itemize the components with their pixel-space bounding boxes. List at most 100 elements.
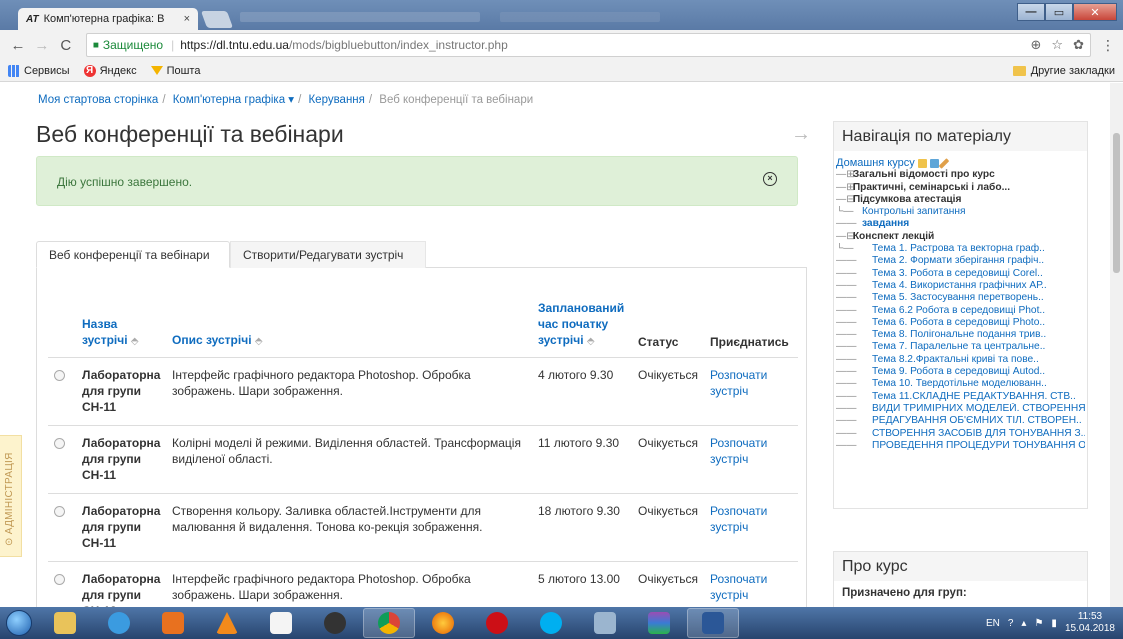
network-icon[interactable]: ▮: [1051, 618, 1057, 629]
word-taskbar-icon[interactable]: [687, 608, 739, 638]
lecture-item[interactable]: —— Тема 7. Паралельне та центральне..: [836, 341, 1085, 353]
other-bookmarks[interactable]: Другие закладки: [1012, 65, 1115, 77]
minimize-button[interactable]: —: [1017, 3, 1045, 21]
lecture-link[interactable]: РЕДАГУВАННЯ ОБ'ЄМНИХ ТІЛ. СТВОРЕН..: [872, 415, 1082, 426]
flag-icon[interactable]: ⚑: [1034, 618, 1043, 629]
bookmark-apps[interactable]: Сервисы: [8, 64, 70, 77]
lecture-link[interactable]: СТВОРЕННЯ ЗАСОБІВ ДЛЯ ТОНУВАННЯ З..: [872, 428, 1085, 439]
lecture-item[interactable]: —— Тема 3. Робота в середовищі Corel..: [836, 268, 1085, 280]
explorer-taskbar-icon[interactable]: [39, 608, 91, 638]
tree-section[interactable]: —⊟ Підсумкова атестація: [836, 194, 1085, 206]
header-desc[interactable]: Опис зустрічі ⬘: [168, 300, 534, 358]
radio-button[interactable]: [54, 506, 65, 517]
lecture-item[interactable]: —— Тема 2. Формати зберігання графіч..: [836, 255, 1085, 267]
window-close-button[interactable]: ✕: [1073, 3, 1117, 21]
lecture-item[interactable]: —— Тема 10. Твердотільне моделюванн..: [836, 378, 1085, 390]
clock[interactable]: 11:53 15.04.2018: [1065, 611, 1115, 635]
lecture-link[interactable]: Тема 6. Робота в середовищі Photo..: [872, 317, 1045, 328]
course-home-link[interactable]: Домашня курсу: [836, 157, 915, 169]
page-scrollbar[interactable]: [1110, 83, 1123, 607]
tree-section[interactable]: —⊞ Загальні відомості про курс: [836, 169, 1085, 181]
lecture-item[interactable]: —— Тема 9. Робота в середовищі Autod..: [836, 366, 1085, 378]
scrollbar-thumb[interactable]: [1113, 133, 1120, 273]
browser-tab[interactable]: AT Комп'ютерна графіка: В ×: [18, 8, 198, 30]
extension-icon[interactable]: ✿: [1073, 37, 1084, 53]
lecture-link[interactable]: Тема 1. Растрова та векторна граф..: [872, 243, 1045, 254]
browser-menu-icon[interactable]: ⋮: [1101, 37, 1115, 54]
forward-icon[interactable]: →: [32, 37, 52, 54]
tab-conferences[interactable]: Веб конференції та вебінари: [36, 241, 230, 268]
firefox-taskbar-icon[interactable]: [417, 608, 469, 638]
ie-taskbar-icon[interactable]: [93, 608, 145, 638]
maximize-button[interactable]: ▭: [1045, 3, 1073, 21]
tree-item[interactable]: └— Контрольні запитання: [836, 206, 1085, 218]
bookmark-mail[interactable]: Пошта: [150, 65, 200, 77]
calculator-taskbar-icon[interactable]: [579, 608, 631, 638]
camera-taskbar-icon[interactable]: [309, 608, 361, 638]
new-tab-button[interactable]: [200, 11, 234, 28]
tray-expand-icon[interactable]: ▴: [1021, 618, 1026, 629]
lecture-item[interactable]: —— Тема 8.2.Фрактальні криві та пове..: [836, 354, 1085, 366]
lecture-link[interactable]: Тема 7. Паралельне та центральне..: [872, 341, 1045, 352]
reload-icon[interactable]: C: [56, 37, 76, 54]
lecture-item[interactable]: └— Тема 1. Растрова та векторна граф..: [836, 243, 1085, 255]
lecture-link[interactable]: Тема 10. Твердотільне моделюванн..: [872, 378, 1047, 389]
lecture-item[interactable]: —— Тема 6.2 Робота в середовищі Phot..: [836, 305, 1085, 317]
back-icon[interactable]: ←: [8, 37, 28, 54]
help-icon[interactable]: ?: [1008, 618, 1014, 629]
header-name[interactable]: Назва зустрічі ⬘: [78, 300, 168, 358]
start-meeting-link[interactable]: Розпочати зустріч: [706, 493, 798, 562]
lecture-item[interactable]: —— Тема 11.СКЛАДНЕ РЕДАКТУВАННЯ. СТВ..: [836, 391, 1085, 403]
tab-close-icon[interactable]: ×: [184, 13, 190, 25]
notepad-taskbar-icon[interactable]: [255, 608, 307, 638]
url-input[interactable]: ■ Защищено | https://dl.tntu.edu.ua/mods…: [85, 33, 1091, 57]
lecture-link[interactable]: Тема 8.2.Фрактальні криві та пове..: [872, 354, 1039, 365]
tree-section[interactable]: —⊟ Конспект лекцій: [836, 231, 1085, 243]
lecture-item[interactable]: —— Тема 4. Використання графічних АР..: [836, 280, 1085, 292]
media-taskbar-icon[interactable]: [147, 608, 199, 638]
breadcrumb-manage[interactable]: Керування: [308, 94, 364, 106]
lecture-item[interactable]: —— Тема 5. Застосування перетворень..: [836, 292, 1085, 304]
tree-item-link[interactable]: Контрольні запитання: [862, 206, 966, 217]
chrome-taskbar-icon[interactable]: [363, 608, 415, 638]
opera-taskbar-icon[interactable]: [471, 608, 523, 638]
lecture-item[interactable]: —— Тема 6. Робота в середовищі Photo..: [836, 317, 1085, 329]
lecture-item[interactable]: —— Тема 8. Полігональне подання трив..: [836, 329, 1085, 341]
lecture-item[interactable]: —— СТВОРЕННЯ ЗАСОБІВ ДЛЯ ТОНУВАННЯ З..: [836, 428, 1085, 440]
lecture-link[interactable]: Тема 8. Полігональне подання трив..: [872, 329, 1046, 340]
start-meeting-link[interactable]: Розпочати зустріч: [706, 357, 798, 426]
tree-item-link[interactable]: завдання: [862, 218, 909, 229]
start-meeting-link[interactable]: Розпочати зустріч: [706, 561, 798, 607]
lecture-link[interactable]: ПРОВЕДЕННЯ ПРОЦЕДУРИ ТОНУВАННЯ ОБ..: [872, 440, 1085, 451]
lecture-link[interactable]: Тема 5. Застосування перетворень..: [872, 292, 1044, 303]
lecture-link[interactable]: Тема 3. Робота в середовищі Corel..: [872, 268, 1043, 279]
bookmark-star-icon[interactable]: ☆: [1051, 37, 1063, 53]
winrar-taskbar-icon[interactable]: [633, 608, 685, 638]
lecture-item[interactable]: —— ВИДИ ТРИМІРНИХ МОДЕЛЕЙ. СТВОРЕННЯ..: [836, 403, 1085, 415]
start-button[interactable]: [0, 607, 38, 639]
breadcrumb-home[interactable]: Моя стартова сторінка: [38, 94, 158, 106]
zoom-icon[interactable]: ⊕: [1031, 37, 1042, 53]
tree-section[interactable]: —⊞ Практичні, семінарські і лабо...: [836, 182, 1085, 194]
lecture-link[interactable]: Тема 9. Робота в середовищі Autod..: [872, 366, 1045, 377]
radio-button[interactable]: [54, 438, 65, 449]
radio-button[interactable]: [54, 370, 65, 381]
lecture-item[interactable]: —— ПРОВЕДЕННЯ ПРОЦЕДУРИ ТОНУВАННЯ ОБ..: [836, 440, 1085, 452]
radio-button[interactable]: [54, 574, 65, 585]
bookmark-yandex[interactable]: Я Яндекс: [83, 64, 137, 77]
tab-create-edit[interactable]: Створити/Редагувати зустріч: [230, 241, 426, 268]
start-meeting-link[interactable]: Розпочати зустріч: [706, 425, 798, 494]
arrow-right-icon[interactable]: →: [791, 123, 811, 146]
lecture-link[interactable]: Тема 11.СКЛАДНЕ РЕДАКТУВАННЯ. СТВ..: [872, 391, 1076, 402]
header-time[interactable]: Запланований час початку зустрічі ⬘: [534, 300, 634, 358]
lecture-link[interactable]: Тема 2. Формати зберігання графіч..: [872, 255, 1044, 266]
vlc-taskbar-icon[interactable]: [201, 608, 253, 638]
lecture-link[interactable]: Тема 4. Використання графічних АР..: [872, 280, 1047, 291]
skype-taskbar-icon[interactable]: [525, 608, 577, 638]
tree-item[interactable]: —— завдання: [836, 218, 1085, 230]
language-indicator[interactable]: EN: [986, 618, 1000, 629]
lecture-link[interactable]: Тема 6.2 Робота в середовищі Phot..: [872, 305, 1045, 316]
lecture-item[interactable]: —— РЕДАГУВАННЯ ОБ'ЄМНИХ ТІЛ. СТВОРЕН..: [836, 415, 1085, 427]
lecture-link[interactable]: ВИДИ ТРИМІРНИХ МОДЕЛЕЙ. СТВОРЕННЯ..: [872, 403, 1085, 414]
breadcrumb-course[interactable]: Комп'ютерна графіка ▾: [173, 94, 294, 106]
